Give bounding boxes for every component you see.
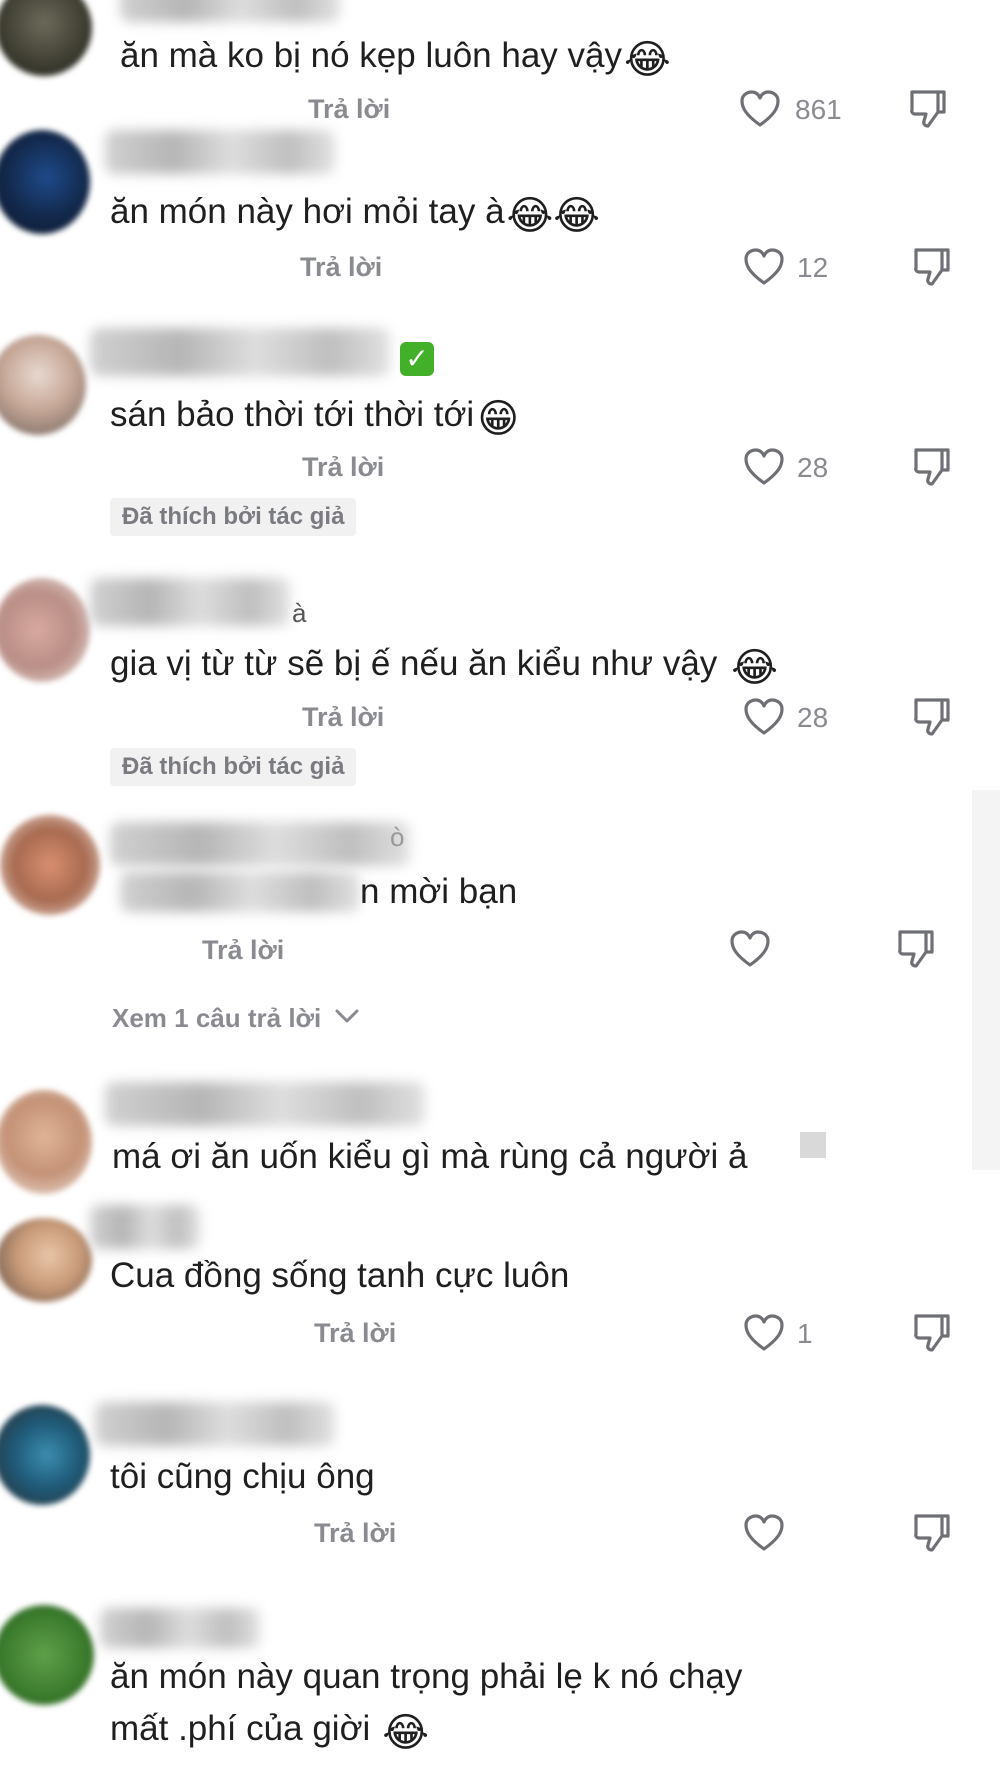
username-blurred[interactable] bbox=[120, 0, 340, 22]
heart-icon[interactable] bbox=[740, 90, 780, 128]
reply-button[interactable]: Trả lời bbox=[202, 935, 284, 966]
dislike-icon[interactable] bbox=[908, 88, 948, 128]
avatar[interactable] bbox=[0, 1605, 94, 1705]
reply-button[interactable]: Trả lời bbox=[302, 702, 384, 733]
comment-body-line2-text: mất .phí của giời bbox=[110, 1709, 371, 1748]
heart-icon[interactable] bbox=[744, 698, 784, 736]
username-blurred[interactable] bbox=[100, 1608, 260, 1648]
comment-text: má ơi ăn uốn kiểu gì mà rùng cả người ả bbox=[112, 1137, 748, 1176]
dislike-icon[interactable] bbox=[912, 696, 952, 736]
laughing-emoji-icon: 😂😂 bbox=[506, 193, 601, 239]
liked-by-author-badge: Đã thích bởi tác giả bbox=[110, 748, 357, 786]
comment-text: gia vị từ từ sẽ bị ế nếu ăn kiểu như vậy… bbox=[110, 642, 779, 691]
username-tail: à bbox=[292, 598, 307, 628]
like-count: 28 bbox=[797, 702, 829, 733]
heart-icon[interactable] bbox=[744, 1514, 784, 1552]
username-blurred[interactable] bbox=[90, 578, 290, 626]
username-blurred[interactable] bbox=[90, 328, 390, 376]
like-count: 861 bbox=[795, 94, 842, 125]
comment-list: ăn mà ko bị nó kẹp luôn hay vậy😂 Trả lời… bbox=[0, 0, 1000, 1765]
avatar[interactable] bbox=[0, 1405, 90, 1505]
comment-text: n mời bạn bbox=[360, 872, 518, 911]
avatar[interactable] bbox=[0, 335, 86, 435]
comment-text: sán bảo thời tới thời tới😁 bbox=[110, 393, 520, 441]
laughing-emoji-icon: 😂 bbox=[623, 37, 671, 83]
like-count: 28 bbox=[797, 452, 829, 483]
reply-button[interactable]: Trả lời bbox=[314, 1318, 396, 1349]
reply-button[interactable]: Trả lời bbox=[308, 94, 390, 125]
like-count: 12 bbox=[797, 252, 829, 283]
placeholder-square bbox=[800, 1132, 826, 1158]
avatar[interactable] bbox=[0, 130, 90, 234]
comment-body-line1: ăn món này quan trọng phải lẹ k nó chạy bbox=[110, 1657, 743, 1696]
heart-icon[interactable] bbox=[730, 930, 770, 968]
avatar[interactable] bbox=[0, 815, 100, 915]
username-blurred[interactable] bbox=[110, 822, 410, 866]
panel-edge bbox=[972, 790, 1000, 1170]
dislike-icon[interactable] bbox=[912, 246, 952, 286]
liked-by-author-badge: Đã thích bởi tác giả bbox=[110, 498, 357, 536]
laughing-emoji-icon: 😂 bbox=[382, 1710, 430, 1756]
heart-icon[interactable] bbox=[744, 448, 784, 486]
comment-body: sán bảo thời tới thời tới bbox=[110, 395, 475, 434]
heart-icon[interactable] bbox=[744, 1314, 784, 1352]
avatar[interactable] bbox=[0, 1090, 92, 1194]
comment-body: ăn món này hơi mỏi tay à bbox=[110, 192, 505, 231]
avatar[interactable] bbox=[0, 578, 90, 682]
comment-text: tôi cũng chịu ông bbox=[110, 1457, 375, 1496]
dislike-icon[interactable] bbox=[912, 1512, 952, 1552]
avatar[interactable] bbox=[0, 1218, 92, 1302]
username-blurred[interactable] bbox=[90, 1205, 200, 1249]
grinning-emoji-icon: 😁 bbox=[477, 396, 520, 442]
username-tail: ò bbox=[390, 822, 405, 852]
like-count: 1 bbox=[797, 1318, 813, 1349]
text-blurred[interactable] bbox=[120, 872, 360, 912]
view-replies-button[interactable]: Xem 1 câu trả lời bbox=[112, 1003, 360, 1034]
comment-text: ăn món này quan trọng phải lẹ k nó chạy … bbox=[110, 1655, 742, 1755]
verified-icon: ✓ bbox=[400, 342, 434, 376]
comment-text: ăn món này hơi mỏi tay à😂😂 bbox=[110, 190, 601, 239]
reply-button[interactable]: Trả lời bbox=[302, 452, 384, 483]
comment-body: gia vị từ từ sẽ bị ế nếu ăn kiểu như vậy bbox=[110, 644, 718, 683]
username-blurred[interactable] bbox=[95, 1402, 335, 1446]
reply-button[interactable]: Trả lời bbox=[314, 1518, 396, 1549]
chevron-down-icon bbox=[335, 1009, 359, 1023]
laughing-emoji-icon: 😂 bbox=[731, 645, 779, 691]
comment-body: ăn mà ko bị nó kẹp luôn hay vậy bbox=[120, 36, 622, 75]
comment-body-line2: mất .phí của giời 😂 bbox=[110, 1707, 742, 1755]
view-replies-label: Xem 1 câu trả lời bbox=[112, 1003, 322, 1033]
username-blurred[interactable] bbox=[105, 1082, 425, 1126]
comment-text: Cua đồng sống tanh cực luôn bbox=[110, 1256, 570, 1295]
dislike-icon[interactable] bbox=[912, 1312, 952, 1352]
reply-button[interactable]: Trả lời bbox=[300, 252, 382, 283]
dislike-icon[interactable] bbox=[912, 446, 952, 486]
dislike-icon[interactable] bbox=[896, 928, 936, 968]
heart-icon[interactable] bbox=[744, 248, 784, 286]
avatar[interactable] bbox=[0, 0, 92, 76]
username-blurred[interactable] bbox=[105, 130, 335, 174]
comment-text: ăn mà ko bị nó kẹp luôn hay vậy😂 bbox=[120, 34, 671, 83]
